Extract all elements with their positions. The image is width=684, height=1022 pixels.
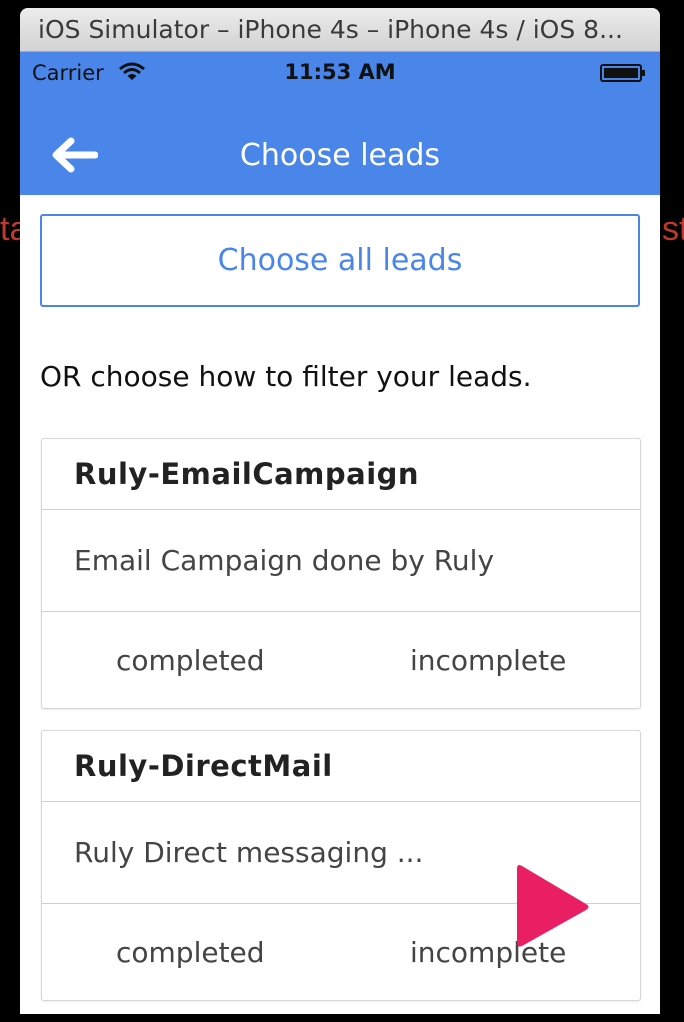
window-titlebar[interactable]: iOS Simulator – iPhone 4s – iPhone 4s / … bbox=[20, 8, 660, 52]
completed-button[interactable]: completed bbox=[116, 612, 265, 708]
choose-all-leads-button[interactable]: Choose all leads bbox=[40, 214, 640, 307]
incomplete-button[interactable]: incomplete bbox=[410, 612, 566, 708]
completed-button[interactable]: completed bbox=[116, 904, 265, 1000]
page-title: Choose leads bbox=[239, 138, 441, 173]
battery-icon bbox=[600, 64, 645, 82]
simulator-window: iOS Simulator – iPhone 4s – iPhone 4s / … bbox=[20, 8, 660, 1014]
campaign-description: Email Campaign done by Ruly bbox=[42, 510, 640, 612]
background-text-right: st bbox=[662, 210, 684, 248]
campaign-title: Ruly-EmailCampaign bbox=[42, 439, 640, 510]
campaign-title: Ruly-DirectMail bbox=[42, 731, 640, 802]
app-header: Carrier 11:53 AM Choose leads bbox=[20, 52, 660, 195]
campaign-actions: completed incomplete bbox=[42, 612, 640, 708]
status-time: 11:53 AM bbox=[284, 60, 396, 84]
play-icon[interactable] bbox=[516, 860, 592, 950]
filter-instruction: OR choose how to filter your leads. bbox=[40, 360, 532, 393]
campaign-card: Ruly-EmailCampaign Email Campaign done b… bbox=[41, 438, 641, 709]
window-title: iOS Simulator – iPhone 4s – iPhone 4s / … bbox=[38, 15, 623, 44]
